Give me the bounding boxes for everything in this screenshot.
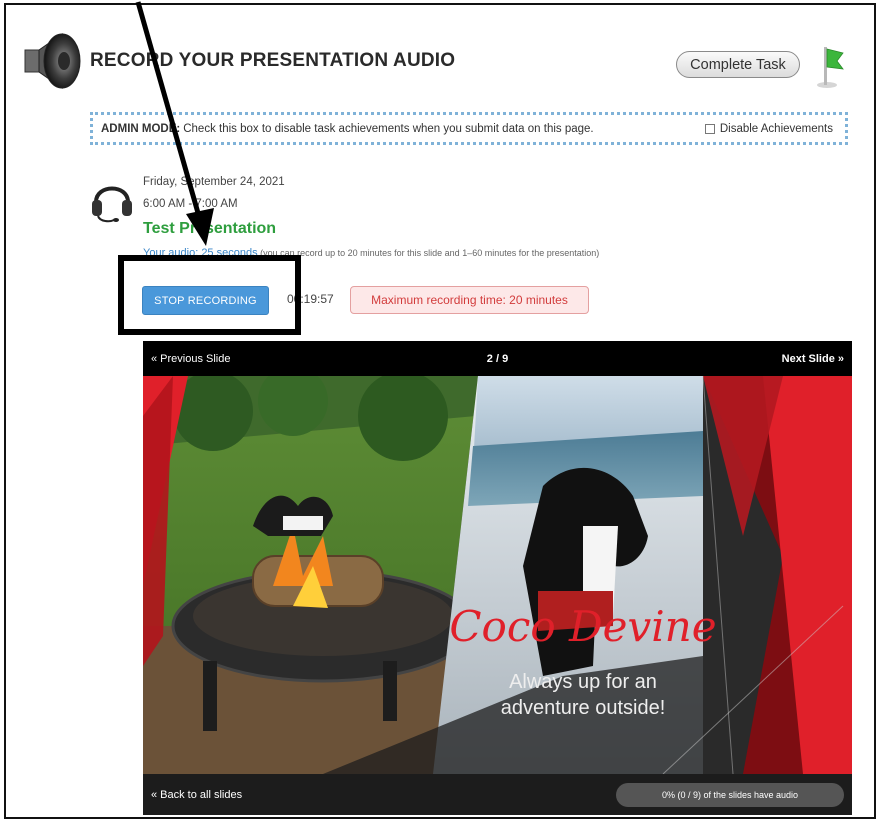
admin-mode-banner: ADMIN MODE: Check this box to disable ta… — [90, 112, 848, 145]
admin-mode-description: Check this box to disable task achieveme… — [183, 122, 594, 135]
slide-heading: Coco Devine — [449, 602, 716, 651]
slide-image: Coco Devine Always up for an adventure o… — [143, 376, 852, 774]
flag-icon — [817, 47, 844, 88]
headset-icon — [92, 186, 132, 223]
slide-counter: 2 / 9 — [486, 352, 509, 365]
slide-caption-line-1: Always up for an — [509, 671, 657, 693]
page-title: RECORD YOUR PRESENTATION AUDIO — [90, 50, 456, 71]
audio-progress-pill: 0% (0 / 9) of the slides have audio — [616, 782, 844, 807]
slide-graphic: Coco Devine Always up for an adventure o… — [143, 376, 852, 774]
audio-limits: (you can record up to 20 minutes for thi… — [257, 248, 600, 258]
back-to-slides-link[interactable]: « Back to all slides — [151, 789, 242, 801]
speaker-icon — [24, 33, 81, 89]
previous-slide-link[interactable]: « Previous Slide — [151, 353, 231, 365]
presentation-time: 6:00 AM - 7:00 AM — [143, 198, 238, 210]
complete-task-button[interactable]: Complete Task — [676, 51, 800, 78]
next-slide-link[interactable]: Next Slide » — [782, 353, 844, 365]
checkbox-box[interactable] — [704, 123, 715, 134]
disable-achievements-label: Disable Achievements — [719, 122, 833, 135]
disable-achievements-checkbox[interactable]: Disable Achievements — [704, 122, 833, 135]
slide-viewer: « Previous Slide 2 / 9 Next Slide » Coco… — [143, 341, 852, 815]
slide-caption-line-2: adventure outside! — [501, 697, 666, 719]
slide-footer-bar: « Back to all slides 0% (0 / 9) of the s… — [143, 774, 852, 815]
presentation-title: Test Presentation — [143, 220, 277, 237]
annotation-highlight-box — [118, 255, 301, 335]
slide-nav-bar: « Previous Slide 2 / 9 Next Slide » — [143, 341, 852, 376]
admin-mode-label: ADMIN MODE: — [101, 122, 181, 135]
presentation-date: Friday, September 24, 2021 — [143, 176, 285, 188]
max-recording-badge: Maximum recording time: 20 minutes — [350, 286, 589, 314]
